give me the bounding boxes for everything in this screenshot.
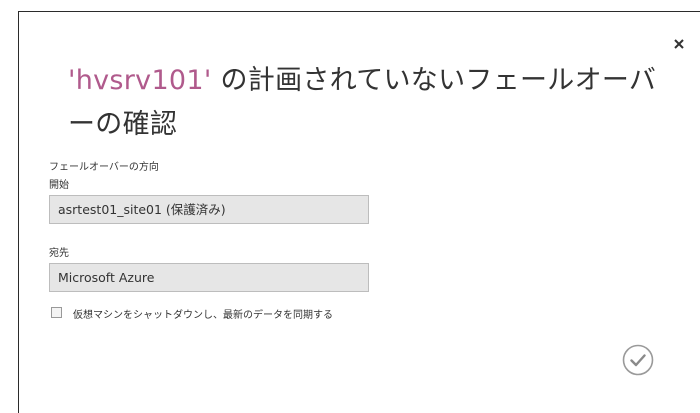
confirm-button[interactable] [622,344,654,376]
shutdown-sync-checkbox[interactable] [51,307,62,318]
checkmark-circle-icon [622,344,654,376]
shutdown-sync-label[interactable]: 仮想マシンをシャットダウンし、最新のデータを同期する [73,306,333,321]
direction-section-label: フェールオーバーの方向 [49,162,159,173]
dialog-title-vm-name: 'hvsrv101' [68,65,212,96]
to-label: 宛先 [49,248,69,259]
screen: 'hvsrv101' の計画されていないフェールオーバーの確認 フェールオーバー… [0,0,700,413]
close-button[interactable] [671,36,687,52]
from-label: 開始 [49,180,69,191]
from-field: asrtest01_site01 (保護済み) [49,195,369,224]
to-field: Microsoft Azure [49,263,369,292]
dialog-title: 'hvsrv101' の計画されていないフェールオーバーの確認 [68,59,678,147]
close-icon [674,39,684,49]
failover-dialog: 'hvsrv101' の計画されていないフェールオーバーの確認 フェールオーバー… [18,11,700,413]
